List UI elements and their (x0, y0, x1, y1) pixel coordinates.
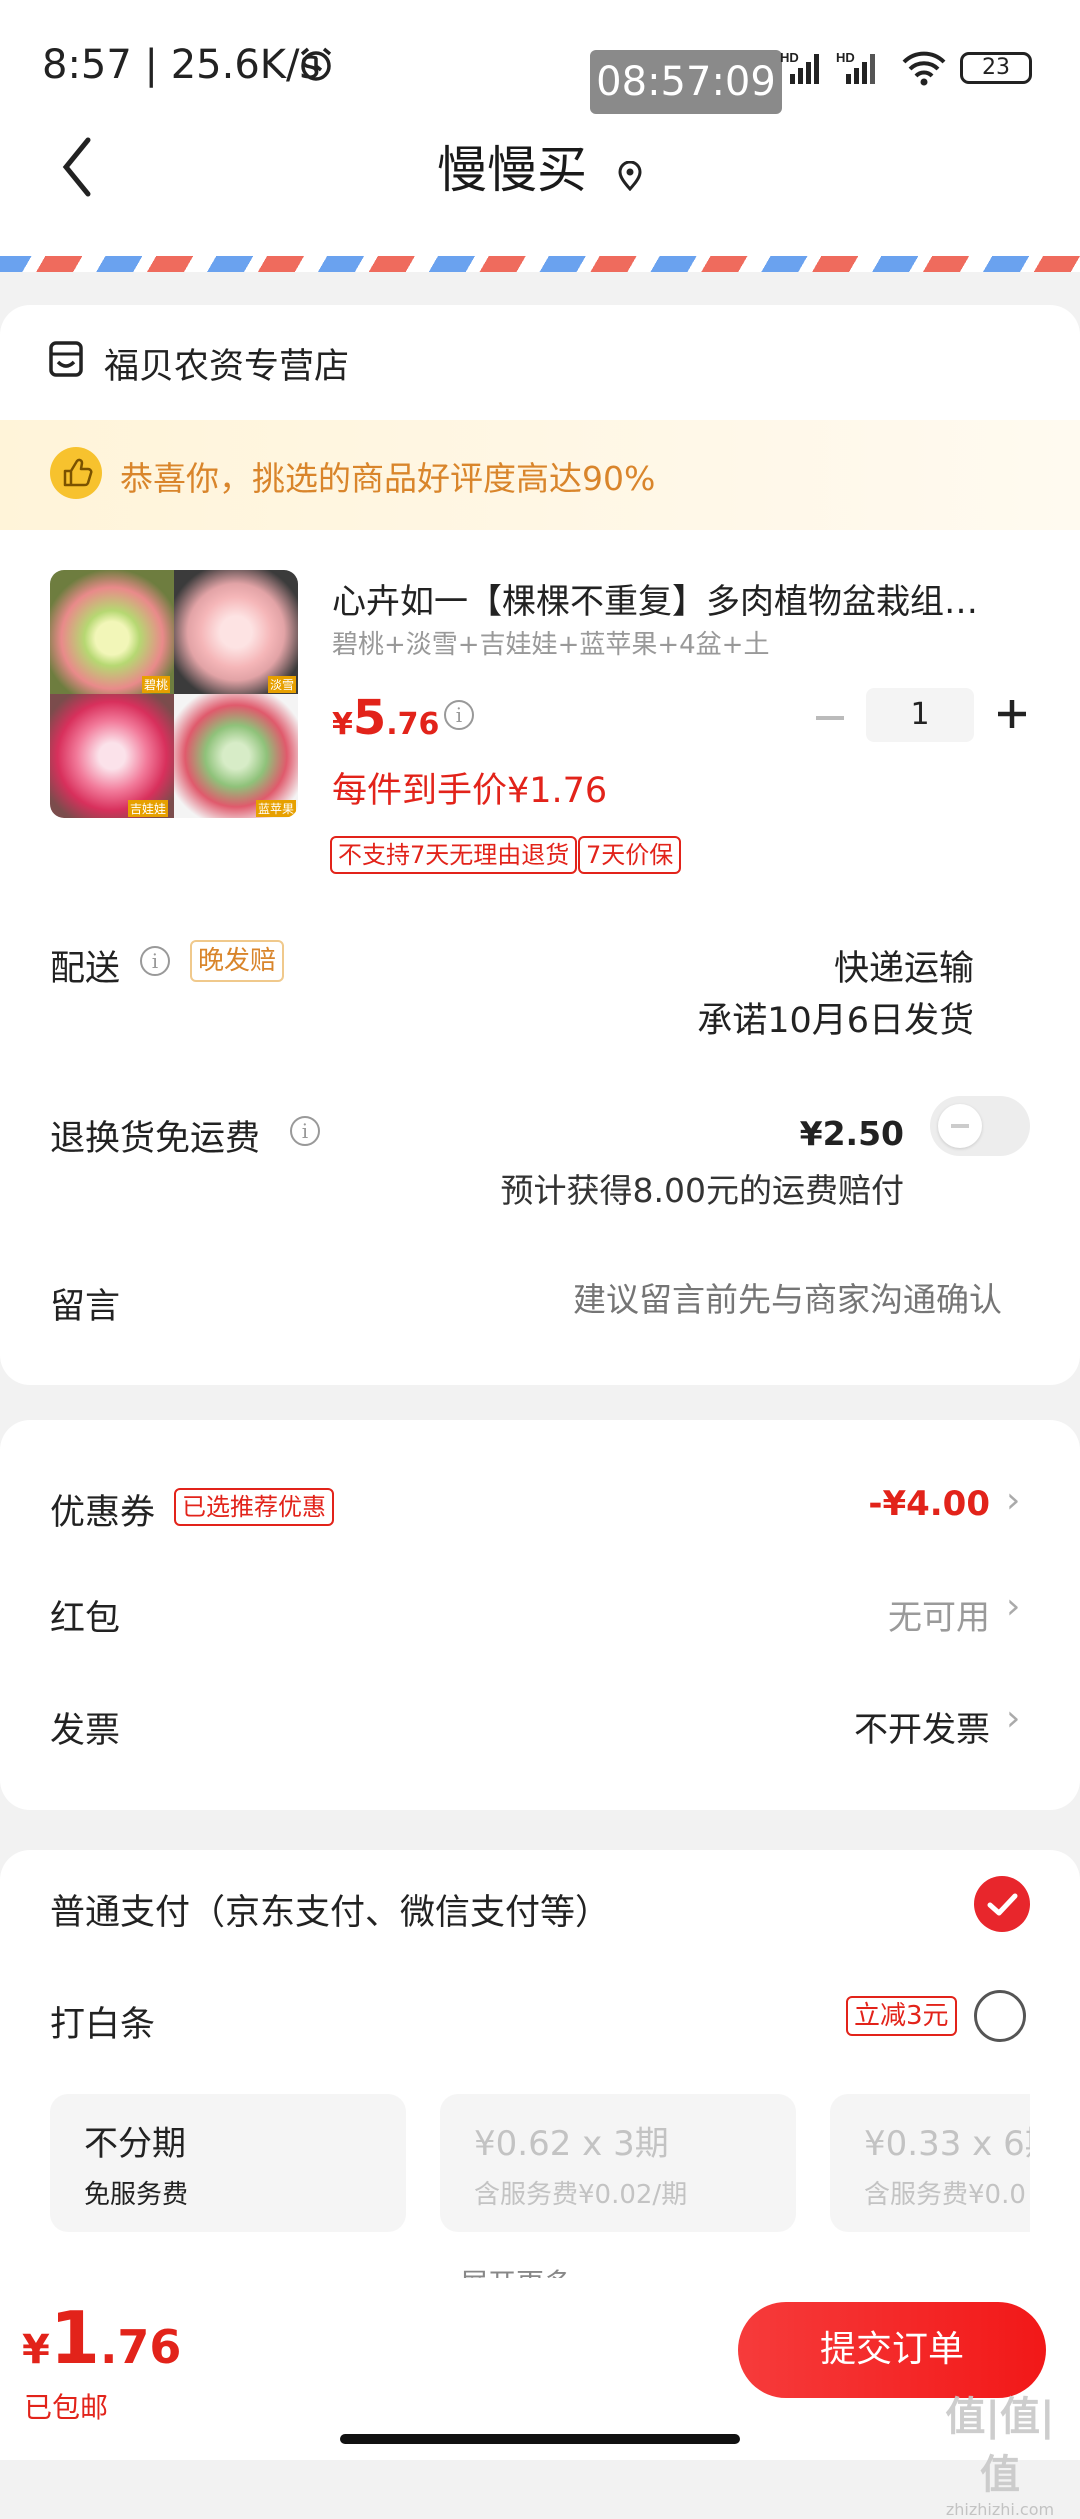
delivery-promise: 承诺10月6日发货 (697, 1001, 974, 1041)
watermark-logo: 值|值|值 zhizhizhi.com (930, 2384, 1070, 2519)
product-spec[interactable]: 碧桃+淡雪+吉娃娃+蓝苹果+4盆+土 (332, 624, 769, 661)
return-shipping-label: 退换货免运费 (50, 1119, 261, 1159)
toggle-knob (938, 1104, 982, 1148)
installment-plans: 不分期 免服务费 ¥0.62 x 3期 含服务费¥0.02/期 ¥0.33 x … (50, 2094, 1030, 2232)
red-packet-chevron-icon[interactable]: › (1006, 1586, 1020, 1627)
submit-order-label: 提交订单 (819, 2329, 964, 2370)
plan-3-title: ¥0.62 x 3期 (474, 2124, 669, 2164)
home-indicator[interactable] (340, 2434, 740, 2444)
coupon-value[interactable]: -¥4.00 (868, 1484, 990, 1524)
alarm-icon (298, 46, 334, 82)
clock-overlay: 08:57:09 (590, 50, 782, 114)
price-info-icon[interactable]: i (444, 700, 474, 730)
qty-plus-button[interactable] (994, 696, 1030, 732)
page-title-text: 慢慢买 (437, 141, 588, 199)
plan-none-title: 不分期 (84, 2124, 186, 2164)
thumbs-up-icon (50, 447, 102, 499)
svg-text:HD: HD (780, 50, 799, 65)
coupon-label: 优惠券 (50, 1493, 156, 1533)
price-decimal: .76 (386, 707, 440, 742)
delivery-info-icon[interactable]: i (140, 946, 170, 976)
thumb-label-2: 淡雪 (268, 676, 297, 693)
late-compensation-badge: 晚发赔 (190, 940, 285, 982)
total-symbol: ¥ (22, 2327, 50, 2373)
plan-option-6[interactable]: ¥0.33 x 6期 含服务费¥0.0 (830, 2094, 1030, 2232)
invoice-chevron-icon[interactable]: › (1006, 1698, 1020, 1739)
qty-minus-button[interactable] (812, 700, 848, 736)
invoice-value[interactable]: 不开发票 (854, 1702, 990, 1751)
plan-3-sub: 含服务费¥0.02/期 (474, 2180, 688, 2210)
plan-option-3[interactable]: ¥0.62 x 3期 含服务费¥0.02/期 (440, 2094, 796, 2232)
price-integer: 5 (352, 690, 387, 746)
invoice-label: 发票 (50, 1711, 121, 1751)
baitiao-radio[interactable] (974, 1990, 1026, 2042)
red-packet-value[interactable]: 无可用 (888, 1590, 990, 1639)
plan-6-sub: 含服务费¥0.0 (864, 2180, 1026, 2210)
return-shipping-toggle[interactable] (930, 1096, 1030, 1156)
net-price: 每件到手价¥1.76 (332, 771, 608, 811)
free-shipping-text: 已包邮 (24, 2391, 109, 2424)
praise-text: 恭喜你，挑选的商品好评度高达90% (120, 459, 656, 498)
watermark-url: zhizhizhi.com (945, 2500, 1055, 2519)
watermark-mark: 值|值|值 (945, 2394, 1055, 2498)
return-shipping-info-icon[interactable]: i (290, 1116, 320, 1146)
message-input[interactable] (420, 1270, 1004, 1328)
page-title: 慢慢买 (0, 130, 1080, 203)
plan-6-title: ¥0.33 x 6期 (864, 2124, 1030, 2164)
coupon-chevron-icon[interactable]: › (1006, 1480, 1020, 1521)
signal-icon: HD HD (780, 48, 900, 88)
thumb-label-1: 碧桃 (142, 676, 171, 693)
thumb-label-3: 吉娃娃 (128, 800, 169, 817)
svg-text:HD: HD (836, 50, 855, 65)
baitiao-discount-tag: 立减3元 (846, 1996, 957, 2036)
shop-name[interactable]: 福贝农资专营店 (104, 338, 349, 389)
price-protect-tag: 7天价保 (578, 836, 682, 874)
plan-none-sub: 免服务费 (84, 2180, 189, 2210)
shop-icon (48, 340, 84, 378)
delivery-label: 配送 (50, 949, 121, 989)
red-packet-label: 红包 (50, 1599, 121, 1639)
product-title[interactable]: 心卉如一【棵棵不重复】多肉植物盆栽组… (332, 574, 1032, 623)
total-price: ¥1.76 (22, 2296, 181, 2380)
return-shipping-note: 预计获得8.00元的运费赔付 (500, 1171, 904, 1210)
return-shipping-price: ¥2.50 (799, 1114, 904, 1153)
status-time: 8:57 | 25.6K/s (42, 42, 321, 88)
airmail-border (0, 256, 1080, 272)
coupon-recommended-tag: 已选推荐优惠 (174, 1488, 334, 1526)
plan-option-none[interactable]: 不分期 免服务费 (50, 2094, 406, 2232)
price-symbol: ¥ (332, 707, 353, 742)
qty-input[interactable]: 1 (866, 688, 974, 742)
product-price: ¥5.76 (332, 690, 439, 746)
normal-payment-check-icon[interactable] (974, 1876, 1030, 1932)
battery-icon: 23 (960, 52, 1032, 84)
total-integer: 1 (49, 2296, 100, 2380)
normal-payment-label[interactable]: 普通支付（京东支付、微信支付等） (50, 1884, 610, 1935)
baitiao-label[interactable]: 打白条 (50, 1996, 155, 2047)
delivery-method[interactable]: 快递运输 (834, 940, 974, 991)
product-image[interactable]: 碧桃 淡雪 吉娃娃 蓝苹果 (50, 570, 298, 818)
battery-level: 23 (982, 55, 1010, 80)
location-pin-icon[interactable] (617, 145, 643, 203)
no-return-tag: 不支持7天无理由退货 (330, 836, 578, 874)
message-label: 留言 (50, 1287, 121, 1327)
total-decimal: .76 (99, 2320, 182, 2374)
wifi-icon (900, 50, 948, 86)
thumb-label-4: 蓝苹果 (256, 800, 297, 817)
